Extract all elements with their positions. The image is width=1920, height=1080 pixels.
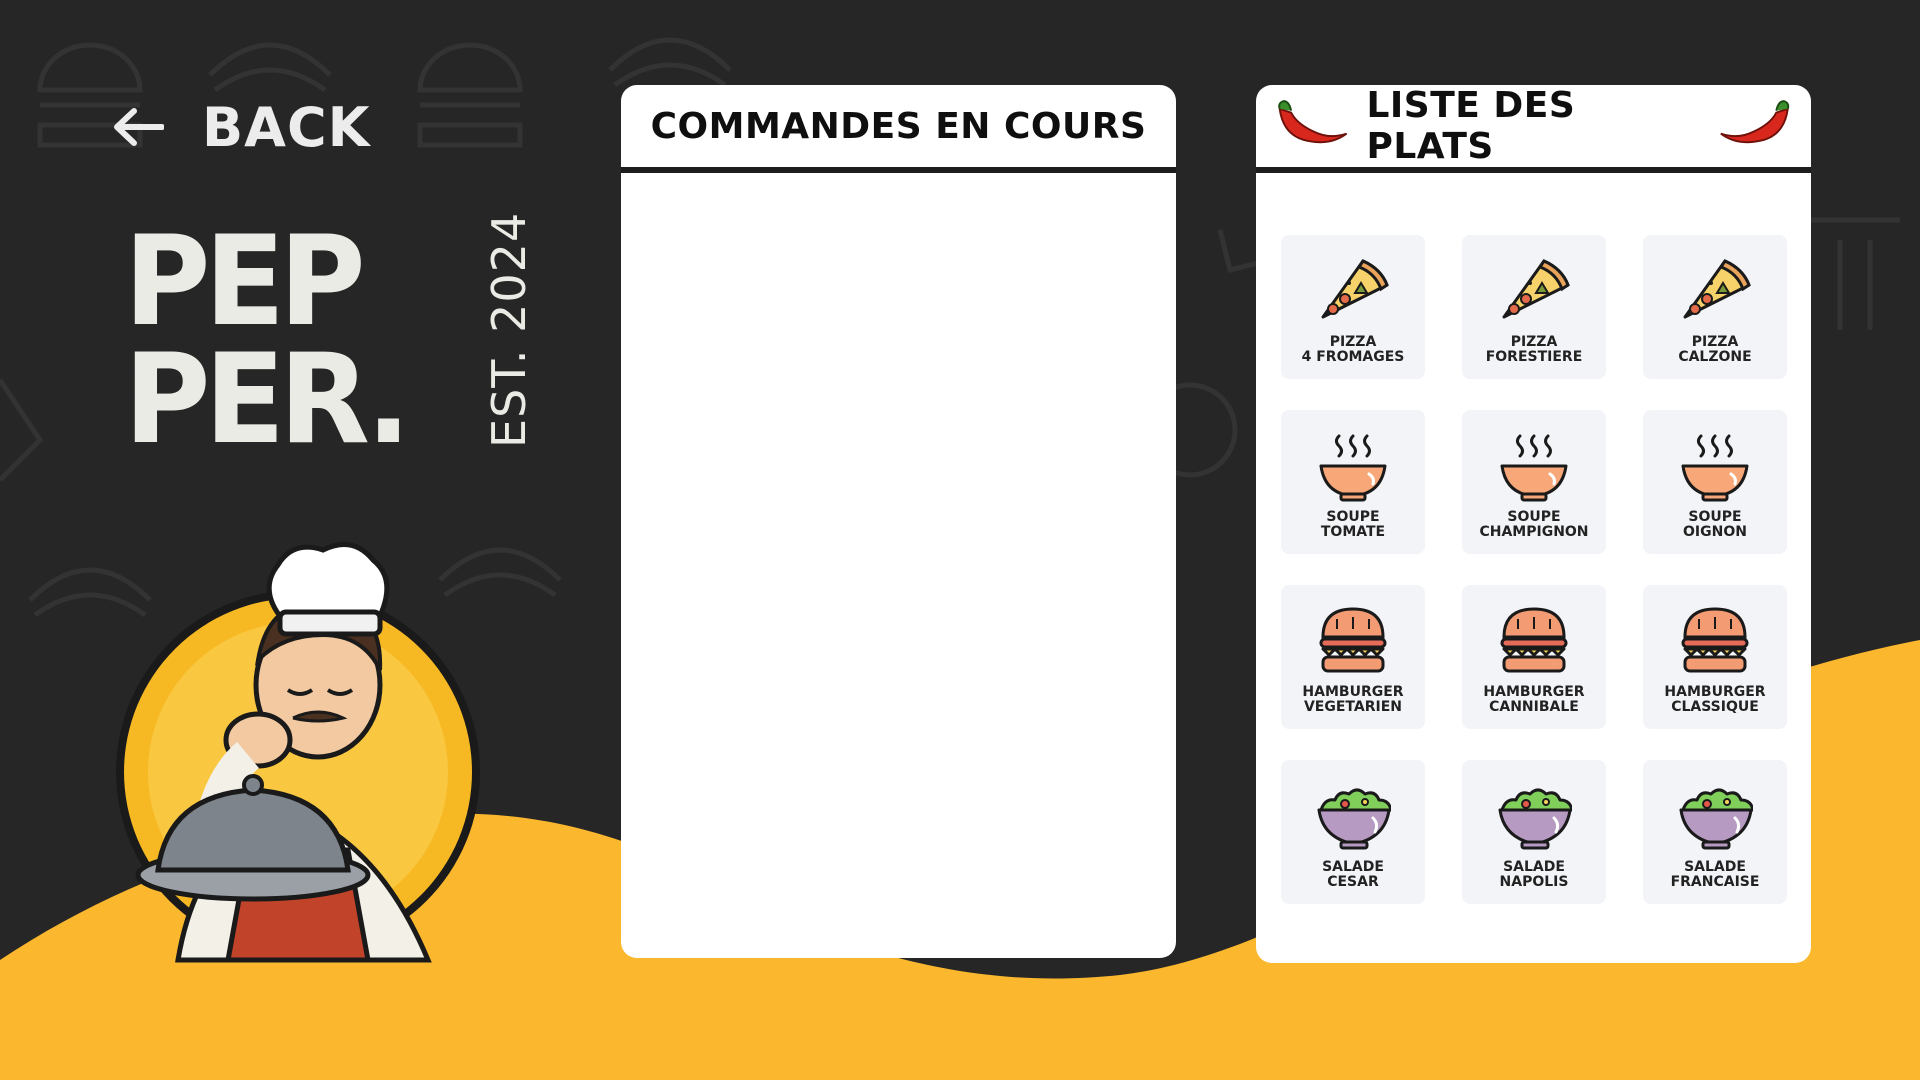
dish-category: SALADE xyxy=(1684,859,1746,875)
chili-pepper-icon xyxy=(1719,100,1789,144)
dish-variant: OIGNON xyxy=(1683,524,1747,540)
dish-variant: CALZONE xyxy=(1678,349,1752,365)
chef-illustration xyxy=(116,541,480,963)
dish-category: HAMBURGER xyxy=(1483,684,1585,700)
dish-variant: TOMATE xyxy=(1320,524,1386,540)
dish-card[interactable]: HAMBURGER VEGETARIEN xyxy=(1281,585,1425,729)
dish-name: PIZZA FORESTIERE xyxy=(1486,335,1583,365)
dish-name: SALADE FRANCAISE xyxy=(1671,860,1760,890)
arrow-left-icon xyxy=(114,108,164,146)
dish-variant: CESAR xyxy=(1327,874,1379,890)
soup-bowl-icon xyxy=(1681,434,1749,502)
dish-category: SALADE xyxy=(1322,859,1384,875)
dish-variant: CHAMPIGNON xyxy=(1479,524,1589,540)
dish-card[interactable]: SALADE NAPOLIS xyxy=(1462,760,1606,904)
dish-card[interactable]: SOUPE OIGNON xyxy=(1643,410,1787,554)
salad-bowl-icon xyxy=(1679,788,1753,850)
logo-est: EST. 2024 xyxy=(482,211,536,448)
dish-category: SOUPE xyxy=(1507,509,1561,525)
dish-name: SALADE NAPOLIS xyxy=(1500,860,1569,890)
dish-category: HAMBURGER xyxy=(1664,684,1766,700)
dish-variant: VEGETARIEN xyxy=(1303,699,1402,715)
logo-line-1: PEP xyxy=(124,208,366,354)
dish-category: SOUPE xyxy=(1688,509,1742,525)
dish-card[interactable]: SALADE CESAR xyxy=(1281,760,1425,904)
pizza-icon xyxy=(1502,259,1570,319)
dish-variant: FRANCAISE xyxy=(1670,874,1760,890)
pizza-icon xyxy=(1321,259,1389,319)
back-button[interactable]: BACK xyxy=(112,92,370,162)
dish-card[interactable]: SALADE FRANCAISE xyxy=(1643,760,1787,904)
dish-category: PIZZA xyxy=(1329,334,1377,350)
dish-card[interactable]: SOUPE TOMATE xyxy=(1281,410,1425,554)
chili-pepper-icon xyxy=(1278,100,1348,144)
salad-bowl-icon xyxy=(1317,788,1391,850)
dishes-panel: LISTE DES PLATS PIZZA 4 FROMAGES PIZZA FORE… xyxy=(1256,85,1811,963)
dish-category: PIZZA xyxy=(1691,334,1739,350)
dish-category: HAMBURGER xyxy=(1302,684,1404,700)
hamburger-icon xyxy=(1681,607,1749,673)
dish-grid: PIZZA 4 FROMAGES PIZZA FORESTIERE PIZZA CALZO… xyxy=(1281,235,1787,904)
dish-card[interactable]: SOUPE CHAMPIGNON xyxy=(1462,410,1606,554)
pepper-logo: PEP PER. EST. 2024 xyxy=(124,208,536,472)
dish-name: SOUPE CHAMPIGNON xyxy=(1479,510,1588,540)
orders-panel-title: COMMANDES EN COURS xyxy=(650,105,1147,147)
dish-variant: 4 FROMAGES xyxy=(1301,349,1405,365)
dish-card[interactable]: PIZZA CALZONE xyxy=(1643,235,1787,379)
dish-card[interactable]: PIZZA 4 FROMAGES xyxy=(1281,235,1425,379)
dish-name: SOUPE TOMATE xyxy=(1321,510,1385,540)
dish-name: PIZZA 4 FROMAGES xyxy=(1302,335,1405,365)
dish-category: PIZZA xyxy=(1510,334,1558,350)
dish-card[interactable]: PIZZA FORESTIERE xyxy=(1462,235,1606,379)
soup-bowl-icon xyxy=(1500,434,1568,502)
hamburger-icon xyxy=(1319,607,1387,673)
dish-name: SOUPE OIGNON xyxy=(1683,510,1747,540)
dish-name: PIZZA CALZONE xyxy=(1678,335,1751,365)
dish-variant: CANNIBALE xyxy=(1489,699,1579,715)
soup-bowl-icon xyxy=(1319,434,1387,502)
dish-name: HAMBURGER CANNIBALE xyxy=(1483,685,1584,715)
dish-card[interactable]: HAMBURGER CLASSIQUE xyxy=(1643,585,1787,729)
dishes-panel-header: LISTE DES PLATS xyxy=(1256,85,1811,173)
salad-bowl-icon xyxy=(1498,788,1572,850)
dish-variant: NAPOLIS xyxy=(1499,874,1569,890)
dish-name: HAMBURGER CLASSIQUE xyxy=(1664,685,1765,715)
back-label: BACK xyxy=(202,95,371,159)
logo-line-2: PER. xyxy=(124,326,411,472)
dishes-panel-title: LISTE DES PLATS xyxy=(1366,85,1576,167)
orders-panel: COMMANDES EN COURS xyxy=(621,85,1176,958)
hamburger-icon xyxy=(1500,607,1568,673)
dish-card[interactable]: HAMBURGER CANNIBALE xyxy=(1462,585,1606,729)
dish-category: SALADE xyxy=(1503,859,1565,875)
dish-name: HAMBURGER VEGETARIEN xyxy=(1302,685,1403,715)
dish-category: SOUPE xyxy=(1326,509,1380,525)
pizza-icon xyxy=(1683,259,1751,319)
dish-variant: CLASSIQUE xyxy=(1671,699,1759,715)
dish-variant: FORESTIERE xyxy=(1485,349,1583,365)
orders-panel-header: COMMANDES EN COURS xyxy=(621,85,1176,173)
dish-name: SALADE CESAR xyxy=(1322,860,1384,890)
